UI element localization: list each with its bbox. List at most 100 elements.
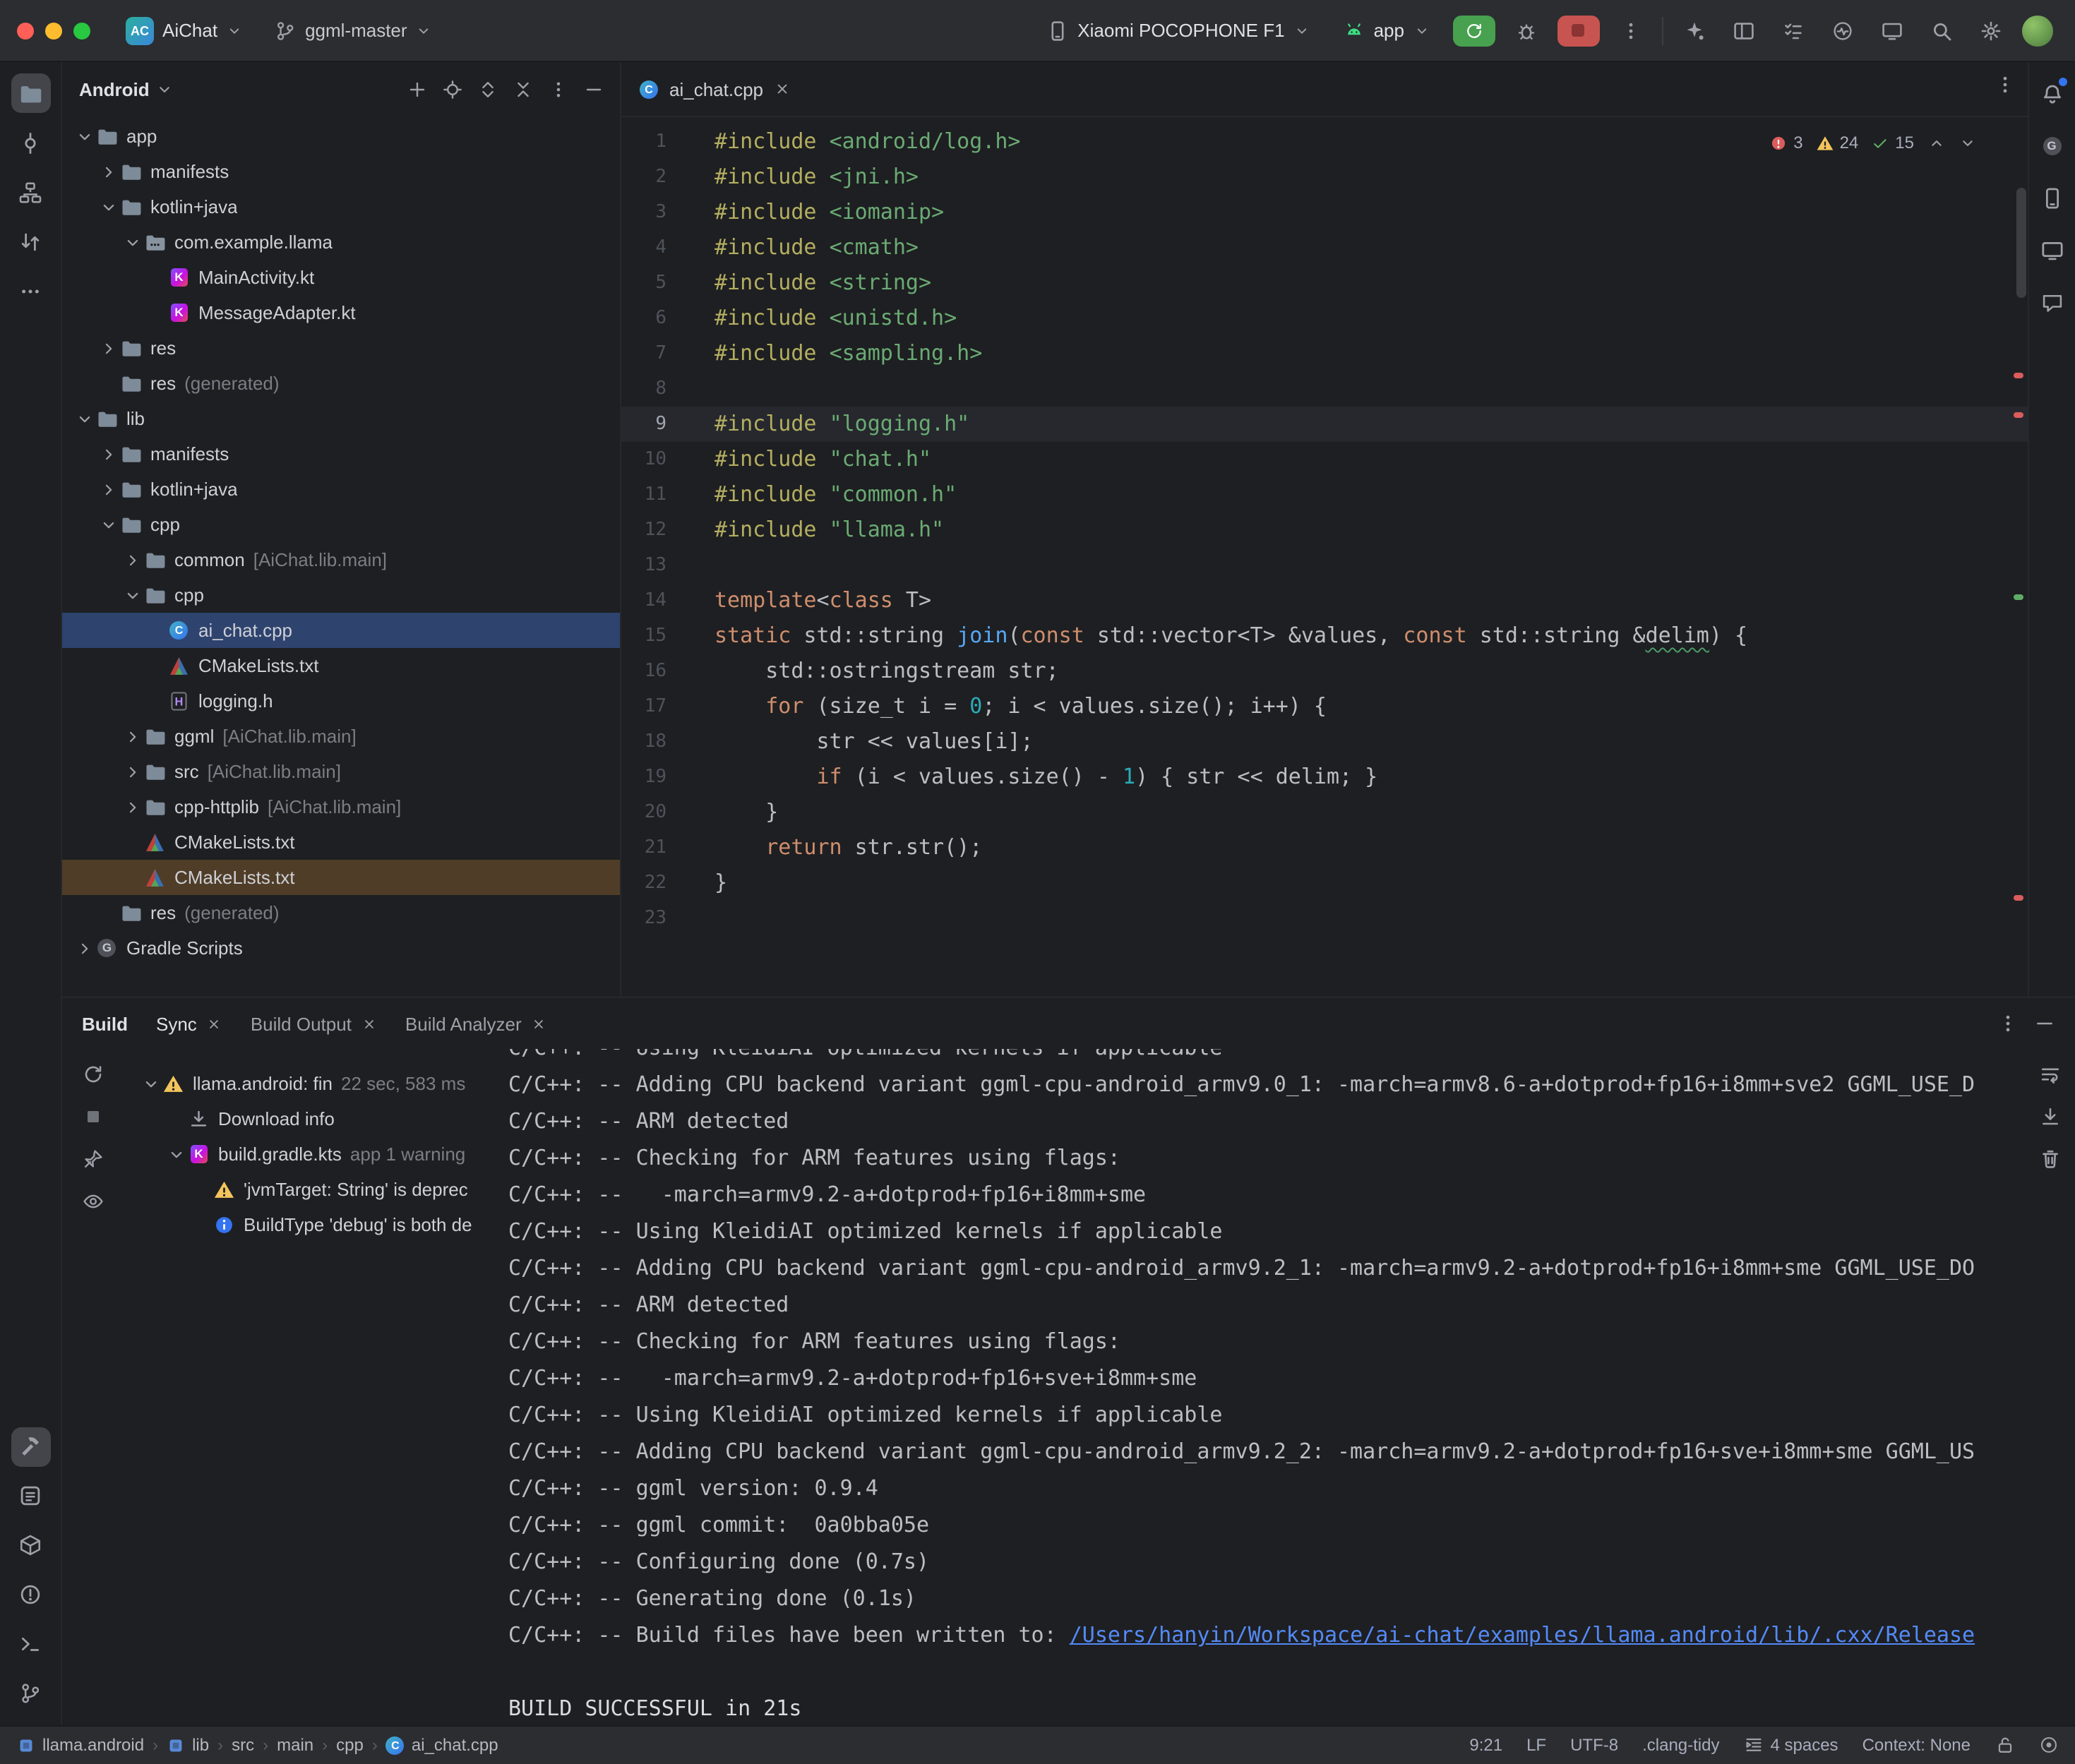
new-button[interactable] (401, 73, 432, 104)
breadcrumb-item[interactable]: main (277, 1735, 313, 1755)
code-line[interactable]: 14template<class T> (621, 583, 2027, 618)
zoom-button[interactable] (73, 22, 90, 39)
prev-problem-icon[interactable] (1927, 133, 1945, 152)
rerun-app-button[interactable] (1452, 15, 1495, 46)
breadcrumb-item[interactable]: llama.android (17, 1735, 144, 1755)
chevron-right-icon[interactable] (120, 760, 144, 783)
close-button[interactable] (17, 22, 34, 39)
project-tree-item[interactable]: lib (62, 401, 620, 436)
chevron-right-icon[interactable] (72, 937, 96, 959)
line-number[interactable]: 16 (621, 654, 688, 689)
line-number[interactable]: 14 (621, 583, 688, 618)
next-problem-icon[interactable] (1958, 133, 1976, 152)
project-tree-item[interactable]: res (62, 330, 620, 366)
terminal-button[interactable] (11, 1624, 50, 1664)
app-quality-insights-button[interactable] (2032, 282, 2071, 322)
chevron-right-icon[interactable] (96, 478, 120, 500)
code-line[interactable]: 17 for (size_t i = 0; i < values.size();… (621, 689, 2027, 724)
build-options-icon[interactable] (1996, 1012, 2019, 1035)
chevron-right-icon[interactable] (96, 160, 120, 183)
build-tab-build-output[interactable]: Build Output (251, 1013, 377, 1034)
line-number[interactable]: 13 (621, 548, 688, 583)
code-line[interactable]: 22} (621, 865, 2027, 901)
breadcrumb-item[interactable]: lib (167, 1735, 209, 1755)
project-tree-item[interactable]: Hlogging.h (62, 683, 620, 719)
project-tree-item[interactable]: cpp (62, 577, 620, 613)
build-tree-item[interactable]: BuildType 'debug' is both de (127, 1207, 506, 1242)
gemini-button[interactable] (1675, 13, 1712, 47)
build-tree-item[interactable]: Kbuild.gradle.ktsapp 1 warning (127, 1136, 506, 1172)
code-line[interactable]: 20 } (621, 795, 2027, 830)
editor-options-icon[interactable] (1993, 73, 2016, 96)
project-tree-item[interactable]: Cai_chat.cpp (62, 613, 620, 648)
device-manager-button[interactable] (2032, 178, 2071, 217)
run-options-button[interactable] (1612, 13, 1649, 47)
line-number[interactable]: 4 (621, 230, 688, 265)
code-line[interactable]: 18 str << values[i]; (621, 724, 2027, 760)
status-item--clang-tidy[interactable]: .clang-tidy (1642, 1735, 1719, 1755)
project-tree-item[interactable]: manifests (62, 436, 620, 472)
search-everywhere-button[interactable] (1922, 13, 1959, 47)
status-item[interactable] (1995, 1735, 2014, 1755)
close-tab-icon[interactable] (773, 80, 790, 97)
line-number[interactable]: 22 (621, 865, 688, 901)
panel-options-button[interactable] (542, 73, 573, 104)
project-tree-item[interactable]: app (62, 119, 620, 154)
chevron-right-icon[interactable] (120, 725, 144, 748)
build-button[interactable] (11, 1427, 50, 1466)
code-line[interactable]: 4#include <cmath> (621, 230, 2027, 265)
project-tree-item[interactable]: CMakeLists.txt (62, 824, 620, 860)
code-line[interactable]: 12#include "llama.h" (621, 512, 2027, 548)
line-number[interactable]: 20 (621, 795, 688, 830)
line-number[interactable]: 9 (621, 407, 688, 442)
more-tools-button[interactable] (11, 271, 50, 311)
code-line[interactable]: 21 return str.str(); (621, 830, 2027, 865)
line-number[interactable]: 15 (621, 618, 688, 654)
status-item[interactable] (2038, 1735, 2058, 1755)
stop-button[interactable] (1557, 15, 1599, 46)
status-item-context-none[interactable]: Context: None (1862, 1735, 1971, 1755)
code-line[interactable]: 11#include "common.h" (621, 477, 2027, 512)
change-stripe-mark[interactable] (2013, 594, 2023, 599)
scroll-to-end-button[interactable] (2038, 1105, 2061, 1132)
notifications-button[interactable] (2032, 73, 2071, 113)
error-stripe-mark[interactable] (2013, 412, 2023, 417)
pull-requests-button[interactable] (11, 222, 50, 261)
line-number[interactable]: 7 (621, 336, 688, 371)
rerun-sync-button[interactable] (82, 1063, 104, 1090)
line-number[interactable]: 11 (621, 477, 688, 512)
chevron-right-icon[interactable] (120, 548, 144, 571)
code-line[interactable]: 10#include "chat.h" (621, 442, 2027, 477)
line-number[interactable]: 8 (621, 371, 688, 407)
breadcrumb-item[interactable]: Cai_chat.cpp (386, 1735, 498, 1755)
project-tree-item[interactable]: res(generated) (62, 895, 620, 930)
structure-button[interactable] (11, 172, 50, 212)
minimize-button[interactable] (45, 22, 62, 39)
debug-button[interactable] (1507, 13, 1544, 47)
code-line[interactable]: 23 (621, 901, 2027, 936)
chevron-right-icon[interactable] (96, 443, 120, 465)
status-item-lf[interactable]: LF (1526, 1735, 1546, 1755)
profile-avatar[interactable] (2021, 15, 2052, 46)
code-line[interactable]: 8 (621, 371, 2027, 407)
chevron-right-icon[interactable] (96, 337, 120, 359)
code-line[interactable]: 13 (621, 548, 2027, 583)
project-tree-item[interactable]: cpp (62, 507, 620, 542)
status-item-utf-8[interactable]: UTF-8 (1570, 1735, 1618, 1755)
chevron-down-icon[interactable] (72, 407, 96, 430)
run-config-selector[interactable]: app (1333, 13, 1440, 47)
code-line[interactable]: 5#include <string> (621, 265, 2027, 301)
line-number[interactable]: 23 (621, 901, 688, 936)
editor-tab[interactable]: C ai_chat.cpp (621, 62, 807, 116)
project-tree-item[interactable]: KMessageAdapter.kt (62, 295, 620, 330)
project-tree-item[interactable]: common[AiChat.lib.main] (62, 542, 620, 577)
layout-inspector-button[interactable] (1725, 13, 1762, 47)
line-number[interactable]: 3 (621, 195, 688, 230)
project-button[interactable] (11, 73, 50, 113)
branch-selector[interactable]: ggml-master (264, 13, 443, 47)
project-tree-item[interactable]: kotlin+java (62, 189, 620, 224)
chevron-down-icon[interactable] (120, 584, 144, 606)
build-output-path-link[interactable]: /Users/hanyin/Workspace/ai-chat/examples… (1070, 1622, 1975, 1648)
expand-all-button[interactable] (472, 73, 503, 104)
close-tab-icon[interactable] (361, 1016, 377, 1031)
